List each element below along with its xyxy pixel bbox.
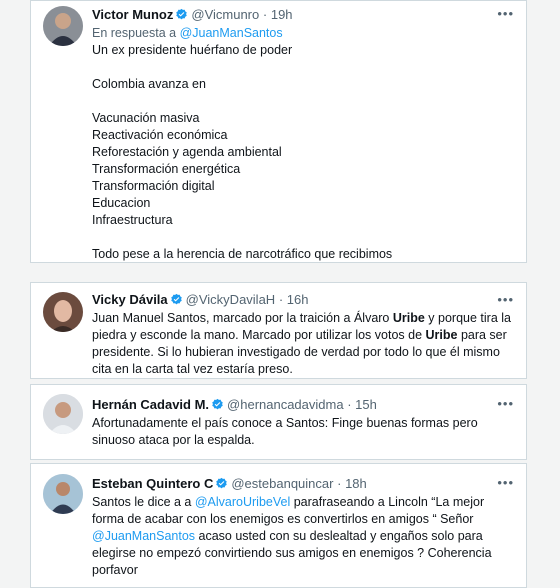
mention-link[interactable]: @JuanManSantos — [180, 26, 283, 40]
tweet[interactable]: ••• Hernán Cadavid M. @hernancadavidma · … — [30, 384, 527, 460]
text-line: Reforestación y agenda ambiental — [92, 145, 282, 159]
display-name[interactable]: Hernán Cadavid M. — [92, 397, 209, 412]
avatar[interactable] — [43, 394, 83, 434]
text-line: Infraestructura — [92, 213, 173, 227]
mention-link[interactable]: @JuanManSantos — [92, 529, 195, 543]
reply-prefix: En respuesta a — [92, 26, 177, 40]
timestamp[interactable]: 15h — [355, 397, 377, 412]
tweet-content: Esteban Quintero C @estebanquincar · 18h … — [92, 475, 514, 579]
text-line: Vacunación masiva — [92, 111, 200, 125]
timestamp[interactable]: 16h — [287, 292, 309, 307]
text-line: Transformación digital — [92, 179, 215, 193]
tweet-content: Vicky Dávila @VickyDavilaH · 16h Juan Man… — [92, 291, 514, 378]
timestamp[interactable]: 19h — [271, 7, 293, 22]
user-handle[interactable]: @Vicmunro — [191, 7, 259, 22]
text-line: Reactivación económica — [92, 128, 228, 142]
text-line: Transformación energética — [92, 162, 241, 176]
tweet[interactable]: ••• Vicky Dávila @VickyDavilaH · 16h Juan… — [30, 282, 527, 379]
separator-dot: · — [262, 7, 268, 22]
tweet-content: Victor Munoz @Vicmunro · 19h En respuesta… — [92, 6, 514, 263]
avatar[interactable] — [43, 6, 83, 46]
avatar[interactable] — [43, 474, 83, 514]
user-handle[interactable]: @hernancadavidma — [227, 397, 344, 412]
tweet-header: Hernán Cadavid M. @hernancadavidma · 15h — [92, 396, 514, 415]
timestamp[interactable]: 18h — [345, 476, 367, 491]
tweet-text: Santos le dice a a @AlvaroUribeVel paraf… — [92, 494, 514, 579]
highlight-term: Uribe — [392, 311, 425, 325]
user-handle[interactable]: @VickyDavilaH — [186, 292, 276, 307]
tweet-content: Hernán Cadavid M. @hernancadavidma · 15h … — [92, 396, 514, 449]
display-name[interactable]: Victor Munoz — [92, 7, 173, 22]
verified-badge-icon — [175, 8, 188, 25]
timeline: ••• Victor Munoz @Vicmunro · 19h En respu… — [0, 0, 560, 588]
verified-badge-icon — [211, 398, 224, 415]
display-name[interactable]: Esteban Quintero C — [92, 476, 213, 491]
separator-dot: · — [337, 476, 342, 491]
text-line: Todo pese a la herencia de narcotráfico … — [92, 247, 393, 261]
mention-link[interactable]: @AlvaroUribeVel — [195, 495, 290, 509]
verified-badge-icon — [215, 477, 228, 494]
text-line: Colombia avanza en — [92, 77, 206, 91]
tweet[interactable]: ••• Victor Munoz @Vicmunro · 19h En respu… — [30, 0, 527, 263]
tweet-text: Afortunadamente el país conoce a Santos:… — [92, 416, 478, 447]
text-line: Educacion — [92, 196, 151, 210]
tweet-header: Vicky Dávila @VickyDavilaH · 16h — [92, 291, 514, 310]
tweet-text: Juan Manuel Santos, marcado por la traic… — [92, 310, 514, 378]
user-handle[interactable]: @estebanquincar — [231, 476, 333, 491]
text-run: Santos le dice a a — [92, 495, 195, 509]
avatar[interactable] — [43, 292, 83, 332]
separator-dot: · — [278, 292, 284, 307]
reply-context: En respuesta a @JuanManSantos — [92, 25, 514, 42]
tweet-text: Un ex presidente huérfano de poder Colom… — [92, 42, 514, 263]
display-name[interactable]: Vicky Dávila — [92, 292, 168, 307]
text-run: Juan Manuel Santos, marcado por la traic… — [92, 311, 393, 325]
separator-dot: · — [347, 397, 352, 412]
highlight-term: Uribe — [425, 328, 458, 342]
verified-badge-icon — [170, 293, 183, 310]
tweet-header: Esteban Quintero C @estebanquincar · 18h — [92, 475, 514, 494]
tweet-header: Victor Munoz @Vicmunro · 19h — [92, 6, 514, 25]
text-line: Un ex presidente huérfano de poder — [92, 43, 293, 57]
tweet[interactable]: ••• Esteban Quintero C @estebanquincar · … — [30, 463, 527, 588]
